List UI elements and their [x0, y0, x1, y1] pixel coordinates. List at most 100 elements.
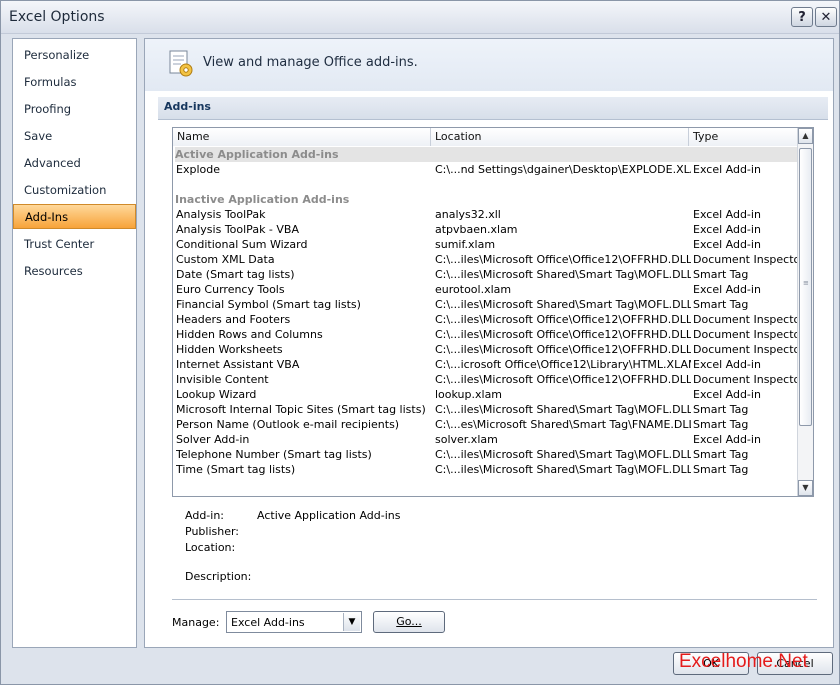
- cell-type: Smart Tag: [693, 463, 749, 476]
- sidebar-item-label: Save: [24, 129, 53, 143]
- close-button[interactable]: ✕: [815, 7, 837, 27]
- cell-location: C:\...icrosoft Office\Office12\Library\H…: [435, 358, 691, 371]
- cell-location: C:\...iles\Microsoft Shared\Smart Tag\MO…: [435, 448, 691, 461]
- page-header: View and manage Office add-ins.: [145, 39, 833, 91]
- manage-selected-value: Excel Add-ins: [231, 616, 305, 629]
- column-header-type[interactable]: Type: [689, 128, 798, 146]
- table-row[interactable]: Person Name (Outlook e-mail recipients) C…: [175, 417, 799, 432]
- table-row[interactable]: Explode C:\...nd Settings\dgainer\Desktop…: [175, 162, 799, 177]
- cell-name: Telephone Number (Smart tag lists): [176, 448, 372, 461]
- manage-dropdown[interactable]: Excel Add-ins ▼: [226, 611, 362, 633]
- table-row[interactable]: Euro Currency Tools eurotool.xlam Excel Ad…: [175, 282, 799, 297]
- chevron-up-icon: ▲: [802, 131, 809, 140]
- sidebar-item-label: Advanced: [24, 156, 81, 170]
- scroll-down-button[interactable]: ▼: [798, 480, 813, 496]
- table-row[interactable]: Hidden Rows and Columns C:\...iles\Micros…: [175, 327, 801, 342]
- cell-name: Date (Smart tag lists): [176, 268, 295, 281]
- group-label-active: Active Application Add-ins: [175, 147, 799, 162]
- question-icon: ?: [798, 10, 806, 25]
- table-row[interactable]: Solver Add-in solver.xlam Excel Add-in: [175, 432, 799, 447]
- sidebar-item-trust-center[interactable]: Trust Center: [13, 232, 136, 257]
- cell-name: Time (Smart tag lists): [176, 463, 296, 476]
- cell-location: C:\...iles\Microsoft Office\Office12\OFF…: [435, 328, 691, 341]
- sidebar-item-advanced[interactable]: Advanced: [13, 151, 136, 176]
- cell-type: Document Inspector: [693, 253, 801, 266]
- location-label: Location:: [185, 541, 236, 554]
- column-header-location[interactable]: Location: [431, 128, 689, 146]
- table-row[interactable]: Custom XML Data C:\...iles\Microsoft Offi…: [175, 252, 801, 267]
- cell-location: C:\...nd Settings\dgainer\Desktop\EXPLOD…: [435, 163, 691, 176]
- sidebar-item-customization[interactable]: Customization: [13, 178, 136, 203]
- table-row[interactable]: Date (Smart tag lists) C:\...iles\Microso…: [175, 267, 799, 282]
- addins-list: Name Location Type Active Application Ad…: [172, 127, 814, 497]
- manage-label: Manage:: [172, 616, 220, 629]
- cell-location: C:\...iles\Microsoft Shared\Smart Tag\MO…: [435, 298, 691, 311]
- close-icon: ✕: [820, 10, 832, 25]
- watermark: Excelhome.Net: [679, 651, 808, 672]
- cell-location: C:\...iles\Microsoft Office\Office12\OFF…: [435, 373, 691, 386]
- table-row[interactable]: Headers and Footers C:\...iles\Microsoft …: [175, 312, 801, 327]
- cell-name: Microsoft Internal Topic Sites (Smart ta…: [176, 403, 426, 416]
- sidebar-item-personalize[interactable]: Personalize: [13, 43, 136, 68]
- cell-type: Smart Tag: [693, 448, 749, 461]
- vertical-scrollbar[interactable]: ▲ ≡ ▼: [797, 128, 813, 496]
- cell-name: Analysis ToolPak: [176, 208, 266, 221]
- cell-type: Excel Add-in: [693, 433, 761, 446]
- cell-name: Analysis ToolPak - VBA: [176, 223, 299, 236]
- cell-type: Smart Tag: [693, 268, 749, 281]
- cell-type: Excel Add-in: [693, 238, 761, 251]
- chevron-down-icon: ▼: [802, 483, 809, 492]
- grip-icon: ≡: [803, 279, 809, 287]
- go-button[interactable]: Go...: [373, 611, 445, 633]
- cell-name: Solver Add-in: [176, 433, 250, 446]
- cell-name: Hidden Worksheets: [176, 343, 283, 356]
- table-row[interactable]: Hidden Worksheets C:\...iles\Microsoft Of…: [175, 342, 801, 357]
- cell-type: Excel Add-in: [693, 283, 761, 296]
- table-row[interactable]: Internet Assistant VBA C:\...icrosoft Off…: [175, 357, 799, 372]
- cell-type: Document Inspector: [693, 373, 801, 386]
- table-row[interactable]: Invisible Content C:\...iles\Microsoft Of…: [175, 372, 801, 387]
- cell-type: Excel Add-in: [693, 388, 761, 401]
- sidebar-item-resources[interactable]: Resources: [13, 259, 136, 284]
- scroll-up-button[interactable]: ▲: [798, 128, 813, 144]
- cell-name: Lookup Wizard: [176, 388, 257, 401]
- table-row[interactable]: Microsoft Internal Topic Sites (Smart ta…: [175, 402, 799, 417]
- window-title: Excel Options: [9, 9, 105, 25]
- sidebar-item-formulas[interactable]: Formulas: [13, 70, 136, 95]
- cell-location: C:\...iles\Microsoft Shared\Smart Tag\MO…: [435, 268, 691, 281]
- sidebar-item-label: Customization: [24, 183, 107, 197]
- sidebar-item-label: Add-Ins: [25, 210, 69, 224]
- cell-type: Excel Add-in: [693, 163, 761, 176]
- sidebar-item-add-ins[interactable]: Add-Ins: [13, 204, 136, 229]
- cell-location: C:\...iles\Microsoft Shared\Smart Tag\MO…: [435, 463, 691, 476]
- table-row[interactable]: Financial Symbol (Smart tag lists) C:\...…: [175, 297, 799, 312]
- table-row[interactable]: Time (Smart tag lists) C:\...iles\Microso…: [175, 462, 799, 477]
- section-header: Add-ins: [158, 97, 828, 120]
- table-row[interactable]: Analysis ToolPak analys32.xll Excel Add-in: [175, 207, 799, 222]
- sidebar-item-proofing[interactable]: Proofing: [13, 97, 136, 122]
- cell-type: Document Inspector: [693, 343, 801, 356]
- description-label: Description:: [185, 570, 252, 583]
- cell-name: Invisible Content: [176, 373, 269, 386]
- sidebar-item-label: Trust Center: [24, 237, 95, 251]
- table-row[interactable]: Analysis ToolPak - VBA atpvbaen.xlam Excel…: [175, 222, 799, 237]
- scroll-thumb[interactable]: ≡: [799, 148, 812, 426]
- table-row[interactable]: Telephone Number (Smart tag lists) C:\...…: [175, 447, 799, 462]
- column-header-name[interactable]: Name: [173, 128, 431, 146]
- table-row[interactable]: Conditional Sum Wizard sumif.xlam Excel Ad…: [175, 237, 799, 252]
- cell-type: Smart Tag: [693, 298, 749, 311]
- cell-name: Headers and Footers: [176, 313, 291, 326]
- cell-name: Explode: [176, 163, 220, 176]
- cell-type: Excel Add-in: [693, 223, 761, 236]
- help-button[interactable]: ?: [791, 7, 813, 27]
- sidebar-item-save[interactable]: Save: [13, 124, 136, 149]
- cell-location: C:\...iles\Microsoft Office\Office12\OFF…: [435, 253, 691, 266]
- cell-location: analys32.xll: [435, 208, 501, 221]
- addins-gear-icon: [169, 50, 193, 77]
- sidebar-item-label: Resources: [24, 264, 83, 278]
- chevron-down-icon[interactable]: ▼: [343, 613, 360, 631]
- cell-location: sumif.xlam: [435, 238, 496, 251]
- cell-name: Conditional Sum Wizard: [176, 238, 308, 251]
- addin-details: Add-in: Active Application Add-ins Publi…: [185, 509, 785, 589]
- table-row[interactable]: Lookup Wizard lookup.xlam Excel Add-in: [175, 387, 799, 402]
